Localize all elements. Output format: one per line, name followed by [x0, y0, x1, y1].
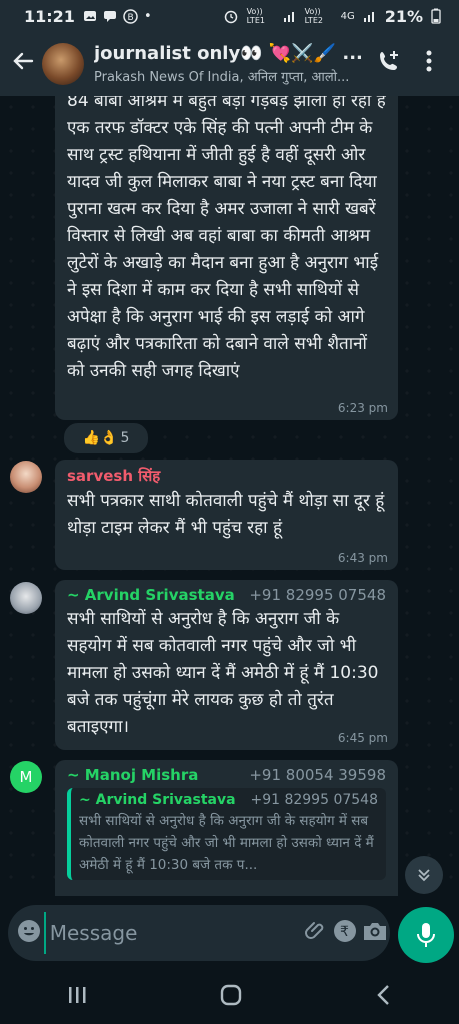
group-members: Prakash News Of India, अनिल गुप्ता, आलो.… [94, 70, 350, 85]
voice-message-button[interactable] [398, 907, 454, 963]
group-avatar[interactable] [42, 43, 84, 85]
network-type: 4G [340, 10, 355, 22]
back-button[interactable] [6, 49, 40, 79]
sender-phone: +91 80054 39598 [249, 766, 386, 784]
signal-icon-2 [363, 12, 374, 22]
message-bubble[interactable]: ~ Arvind Srivastava +91 82995 07548 सभी … [55, 580, 398, 750]
message-text: सभी साथियों से अनुरोध है कि अनुराग जी के… [67, 609, 379, 737]
gallery-icon [83, 11, 96, 21]
message-time: 6:23 pm [337, 401, 388, 415]
scroll-down-button[interactable] [405, 856, 443, 894]
message-bubble[interactable]: ~ Manoj Mishra +91 80054 39598 ~ Arvind … [55, 760, 398, 896]
quoted-message[interactable]: ~ Arvind Srivastava +91 82995 07548 सभी … [67, 788, 386, 880]
quoted-text: सभी साथियों से अनुरोध है कि अनुराग जी के… [79, 813, 374, 873]
status-right: Vo)) LTE1 Vo)) LTE2 4G 21% [223, 7, 441, 26]
add-call-icon [380, 51, 398, 70]
home-icon[interactable] [219, 983, 243, 1007]
b-circle-icon: B [123, 8, 138, 24]
avatar-letter: M [19, 768, 33, 786]
message-input[interactable] [43, 912, 301, 954]
chat-area[interactable]: 84 बाबा आश्रम में बहुत बड़ा गड़बड़ झाला … [0, 96, 459, 896]
system-navbar [0, 966, 459, 1024]
message-composer: ₹ [8, 905, 390, 961]
battery-icon [431, 8, 441, 24]
payment-button[interactable]: ₹ [331, 919, 361, 947]
message-text: 84 बाबा आश्रम में बहुत बड़ा गड़बड़ झाला … [67, 96, 386, 381]
reaction-pill[interactable]: 👍👌 5 [62, 421, 150, 455]
alarm-icon [224, 10, 237, 24]
sender-phone: +91 82995 07548 [249, 586, 386, 604]
recents-icon[interactable] [66, 984, 88, 1006]
sender-avatar[interactable]: M [10, 761, 42, 793]
status-bar: 11:21 B • Vo)) LTE1 Vo)) LTE2 4G 21% [0, 0, 459, 32]
scroll-down-icon [418, 869, 430, 882]
svg-text:B: B [127, 13, 133, 23]
sender-name[interactable]: ~ Manoj Mishra [67, 766, 198, 784]
back-arrow-icon [13, 52, 34, 70]
sender-name[interactable]: sarvesh सिंह [67, 466, 160, 486]
attach-button[interactable] [301, 919, 331, 947]
emoji-button[interactable] [14, 919, 44, 947]
notification-icons: B • [83, 9, 152, 24]
camera-button[interactable] [360, 920, 390, 946]
camera-icon [364, 923, 387, 940]
chat-header: journalist only👀 💘⚔️🖌️ ... Prakash News … [0, 32, 459, 96]
reaction-count: 5 [120, 430, 130, 446]
group-info[interactable]: journalist only👀 💘⚔️🖌️ ... Prakash News … [94, 43, 369, 85]
group-title: journalist only👀 💘⚔️🖌️ ... [94, 43, 363, 64]
quoted-sender: ~ Arvind Srivastava [79, 792, 236, 808]
signal-icon-1 [283, 12, 294, 22]
reaction-emojis: 👍👌 [82, 430, 118, 446]
attach-icon [304, 922, 323, 939]
add-call-button[interactable] [369, 49, 409, 79]
status-time: 11:21 [24, 6, 75, 26]
message-icon [103, 11, 116, 22]
sim1-label: Vo)) LTE1 [246, 7, 265, 25]
dot-icon: • [143, 8, 152, 24]
sender-avatar[interactable] [10, 582, 42, 614]
sender-avatar[interactable] [10, 461, 42, 493]
battery-percent: 21% [384, 6, 423, 26]
quoted-phone: +91 82995 07548 [250, 792, 378, 808]
sim2-label: Vo)) LTE2 [304, 7, 323, 25]
message-time: 6:43 pm [337, 551, 388, 565]
nav-back-icon[interactable] [374, 984, 394, 1006]
emoji-icon [17, 920, 40, 942]
svg-text:₹: ₹ [340, 924, 349, 940]
mic-icon [417, 923, 435, 947]
message-bubble[interactable]: sarvesh सिंह सभी पत्रकार साथी कोतवाली पह… [55, 460, 398, 570]
message-text: सभी पत्रकार साथी कोतवाली पहुंचे मैं थोड़… [67, 491, 385, 538]
rupee-payment-icon: ₹ [334, 920, 357, 942]
message-time: 6:45 pm [337, 731, 388, 745]
sender-name[interactable]: ~ Arvind Srivastava [67, 586, 235, 604]
message-bubble[interactable]: 84 बाबा आश्रम में बहुत बड़ा गड़बड़ झाला … [55, 96, 398, 420]
more-options-icon [426, 50, 432, 72]
more-options-button[interactable] [409, 50, 449, 78]
